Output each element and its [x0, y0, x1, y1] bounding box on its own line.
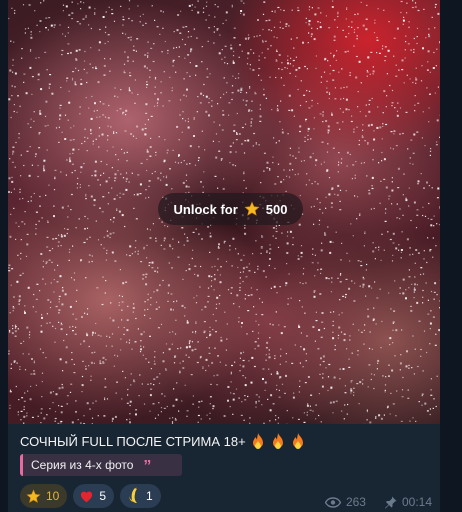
star-icon	[26, 488, 41, 504]
quote-text: Серия из 4-х фото	[31, 458, 134, 472]
reaction-heart[interactable]: 5	[73, 484, 115, 508]
chat-view: Unlock for 500 СОЧНЫЙ FULL ПОСЛЕ СТРИМА …	[0, 0, 462, 512]
message-caption: СОЧНЫЙ FULL ПОСЛЕ СТРИМА 18+	[20, 431, 306, 451]
reactions-bar: 10 5 1	[20, 484, 161, 508]
message-bubble: Unlock for 500 СОЧНЫЙ FULL ПОСЛЕ СТРИМА …	[8, 0, 440, 512]
reaction-star[interactable]: 10	[20, 484, 68, 508]
message-meta: 263 00:14	[324, 495, 432, 509]
reaction-count: 10	[46, 489, 60, 503]
unlock-button[interactable]: Unlock for 500	[158, 193, 303, 225]
paid-media-preview[interactable]: Unlock for 500	[8, 0, 440, 424]
heart-icon	[79, 489, 94, 503]
unlock-amount: 500	[265, 201, 288, 217]
banana-icon	[126, 487, 141, 505]
star-icon	[244, 201, 260, 217]
caption-text: СОЧНЫЙ FULL ПОСЛЕ СТРИМА 18+	[20, 433, 246, 449]
quote-icon: ”	[143, 458, 152, 475]
fire-icon	[250, 432, 266, 450]
quote-block: Серия из 4-х фото ”	[20, 454, 182, 476]
reaction-banana[interactable]: 1	[120, 484, 161, 508]
message-time: 00:14	[401, 495, 432, 509]
reaction-count: 5	[99, 489, 107, 503]
reaction-count: 1	[146, 489, 153, 503]
pin-icon	[384, 496, 397, 509]
views-count: 263	[345, 495, 366, 509]
fire-icon	[270, 432, 286, 450]
eye-icon	[324, 496, 341, 508]
fire-icon	[290, 432, 306, 450]
unlock-label: Unlock for	[173, 201, 238, 217]
